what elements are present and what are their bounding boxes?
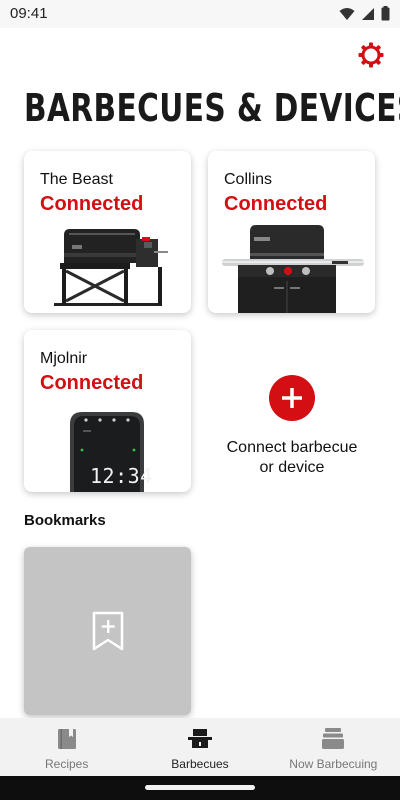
connect-label-line1: Connect barbecue [226, 439, 358, 456]
bookmark-add-icon [92, 611, 123, 651]
status-time: 09:41 [10, 5, 48, 22]
nav-now-barbecuing[interactable]: Now Barbecuing [267, 718, 400, 776]
bookmarks-heading: Bookmarks [24, 512, 106, 529]
nav-label: Barbecues [171, 757, 229, 771]
device-status: Connected [40, 372, 144, 394]
nav-recipes[interactable]: Recipes [0, 718, 133, 776]
settings-button[interactable] [356, 40, 386, 70]
device-status: Connected [40, 193, 144, 215]
add-bookmark-card[interactable] [24, 547, 191, 715]
connect-label: Connect barbecue or device [208, 438, 376, 478]
book-icon [57, 728, 76, 750]
page-title: BARBECUES & DEVICES [24, 86, 400, 130]
device-name: Mjolnir [40, 350, 88, 367]
device-name: The Beast [40, 171, 113, 188]
nav-barbecues[interactable]: Barbecues [133, 718, 266, 776]
device-card-the-beast[interactable]: The Beast Connected [24, 151, 191, 313]
device-card-collins[interactable]: Collins Connected [208, 151, 375, 313]
connect-label-line2: or device [259, 459, 325, 476]
plus-icon [269, 375, 315, 421]
device-status: Connected [224, 193, 328, 215]
pellet-grill-image [54, 229, 168, 306]
layers-icon [322, 728, 345, 750]
status-icons [339, 6, 390, 26]
nav-label: Recipes [44, 757, 89, 771]
nav-label: Now Barbecuing [289, 757, 378, 771]
grill-icon [187, 728, 212, 750]
gas-grill-image [222, 225, 364, 313]
battery-icon [381, 6, 390, 26]
gear-icon [358, 42, 384, 68]
signal-icon [361, 7, 375, 26]
status-bar: 09:41 [0, 0, 400, 28]
device-display: 12:34 [90, 464, 153, 488]
home-indicator[interactable] [145, 785, 255, 790]
device-card-mjolnir[interactable]: Mjolnir Connected 12:34 [24, 330, 191, 492]
system-nav-bar [0, 776, 400, 800]
bottom-navigation: Recipes Barbecues Now Barbecuing [0, 718, 400, 776]
connect-barbecue-button[interactable]: Connect barbecue or device [208, 330, 376, 492]
device-name: Collins [224, 171, 273, 188]
wifi-icon [339, 7, 355, 26]
